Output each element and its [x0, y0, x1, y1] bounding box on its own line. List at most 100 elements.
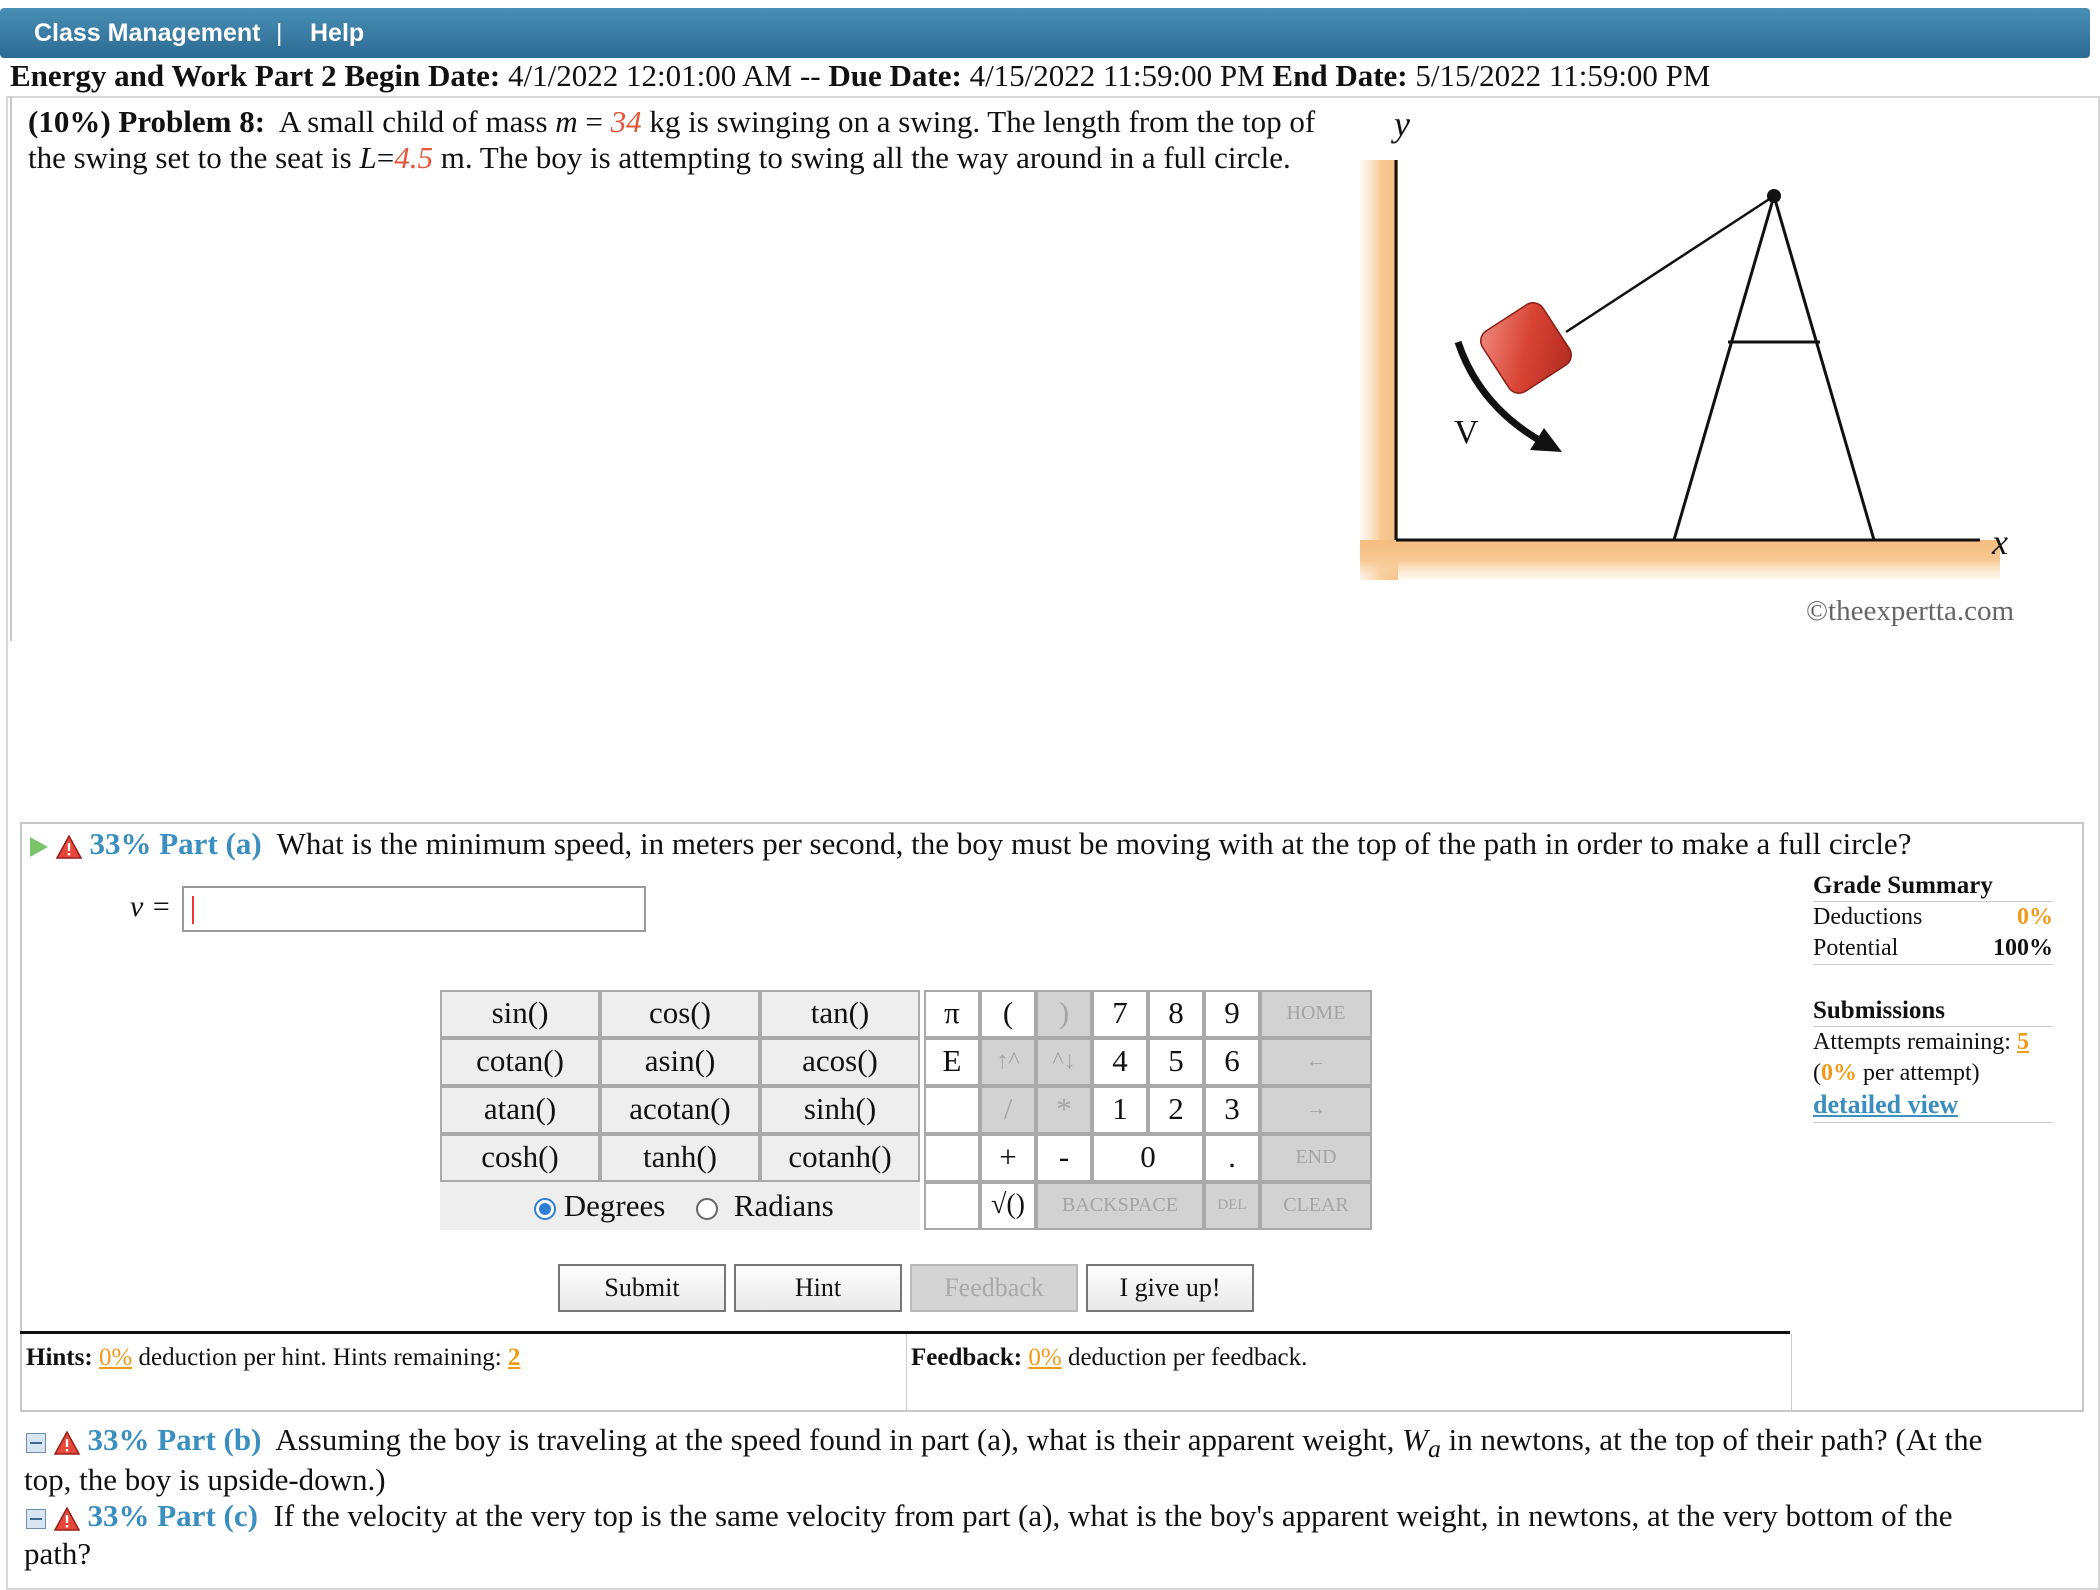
feedback-info: Feedback: 0% deduction per feedback. — [906, 1334, 1792, 1410]
assignment-title: Energy and Work Part 2 — [10, 58, 337, 93]
radians-label[interactable]: Radians — [734, 1188, 834, 1223]
key-e[interactable]: E — [924, 1038, 980, 1086]
key-cosh[interactable]: cosh() — [440, 1134, 600, 1182]
key-multiply[interactable]: * — [1036, 1086, 1092, 1134]
swing-diagram: y x V ©theexpertta.com — [1360, 104, 2014, 627]
end-date-label: End Date: — [1272, 58, 1408, 93]
key-atan[interactable]: atan() — [440, 1086, 600, 1134]
begin-date: 4/1/2022 12:01:00 AM — [508, 58, 793, 93]
submissions-title: Submissions — [1813, 995, 2053, 1027]
key-7[interactable]: 7 — [1092, 990, 1148, 1038]
expand-triangle-icon[interactable] — [30, 836, 48, 857]
key-left-arrow[interactable]: ← — [1260, 1038, 1372, 1086]
key-pi[interactable]: π — [924, 990, 980, 1038]
key-clear[interactable]: CLEAR — [1260, 1182, 1372, 1230]
hint-button[interactable]: Hint — [734, 1264, 902, 1312]
per-attempt-text: per attempt) — [1863, 1060, 1980, 1086]
key-1[interactable]: 1 — [1092, 1086, 1148, 1134]
part-b-percent: 33% — [87, 1422, 150, 1457]
answer-input[interactable] — [182, 886, 646, 932]
key-blank-3 — [924, 1182, 980, 1230]
problem-text-1: A small child of mass — [278, 104, 548, 139]
part-b-question-end: in newtons, at the top of their path? (A… — [1448, 1422, 1983, 1457]
key-sin[interactable]: sin() — [440, 990, 600, 1038]
feedback-deduction: 0% — [1028, 1344, 1062, 1371]
part-c-percent: 33% — [87, 1498, 150, 1533]
key-open-paren[interactable]: ( — [980, 990, 1036, 1038]
assignment-dates: Energy and Work Part 2 Begin Date: 4/1/2… — [10, 58, 1710, 94]
key-8[interactable]: 8 — [1148, 990, 1204, 1038]
part-a-name: Part (a) — [159, 826, 262, 861]
part-c-line-2: path? — [24, 1536, 92, 1571]
key-del[interactable]: DEL — [1204, 1182, 1260, 1230]
problem-statement: (10%) Problem 8: A small child of mass m… — [28, 104, 1328, 176]
key-9[interactable]: 9 — [1204, 990, 1260, 1038]
key-home[interactable]: HOME — [1260, 990, 1372, 1038]
copyright-text: ©theexpertta.com — [1806, 595, 2014, 627]
key-decimal[interactable]: . — [1204, 1134, 1260, 1182]
part-a-question: What is the minimum speed, in meters per… — [276, 826, 1912, 861]
wall-shading — [1360, 160, 1398, 580]
part-b-name: Part (b) — [157, 1422, 262, 1457]
key-3[interactable]: 3 — [1204, 1086, 1260, 1134]
key-sqrt[interactable]: √() — [980, 1182, 1036, 1230]
key-asin[interactable]: asin() — [600, 1038, 760, 1086]
key-5[interactable]: 5 — [1148, 1038, 1204, 1086]
key-acotan[interactable]: acotan() — [600, 1086, 760, 1134]
key-divide[interactable]: / — [980, 1086, 1036, 1134]
help-link[interactable]: Help — [310, 19, 364, 48]
key-right-arrow[interactable]: → — [1260, 1086, 1372, 1134]
part-b-line-2: top, the boy is upside-down.) — [24, 1462, 386, 1497]
part-b-question: Assuming the boy is traveling at the spe… — [275, 1422, 1395, 1457]
text-caret — [192, 896, 194, 924]
detailed-view-link[interactable]: detailed view — [1813, 1090, 1958, 1119]
collapse-icon[interactable] — [26, 1508, 46, 1529]
degrees-radio[interactable] — [534, 1197, 556, 1220]
radians-radio[interactable] — [696, 1197, 719, 1220]
warning-icon — [53, 1430, 80, 1455]
give-up-button[interactable]: I give up! — [1086, 1264, 1254, 1312]
key-plus[interactable]: + — [980, 1134, 1036, 1182]
key-acos[interactable]: acos() — [760, 1038, 920, 1086]
swing-rope — [1565, 194, 1775, 334]
key-superscript-down[interactable]: ^↓ — [1036, 1038, 1092, 1086]
key-6[interactable]: 6 — [1204, 1038, 1260, 1086]
key-0[interactable]: 0 — [1092, 1134, 1204, 1182]
answer-variable-label: v = — [130, 890, 172, 923]
key-4[interactable]: 4 — [1092, 1038, 1148, 1086]
end-date: 5/15/2022 11:59:00 PM — [1415, 58, 1711, 93]
apparent-weight-symbol: W — [1402, 1422, 1428, 1457]
part-c-question: If the velocity at the very top is the s… — [273, 1498, 1953, 1533]
key-superscript-up[interactable]: ↑^ — [980, 1038, 1036, 1086]
attempts-remaining: 5 — [2016, 1029, 2029, 1055]
key-blank-1 — [924, 1086, 980, 1134]
mass-value: 34 — [610, 104, 642, 139]
key-cotanh[interactable]: cotanh() — [760, 1134, 920, 1182]
key-close-paren[interactable]: ) — [1036, 990, 1092, 1038]
key-cos[interactable]: cos() — [600, 990, 760, 1038]
key-cotan[interactable]: cotan() — [440, 1038, 600, 1086]
degrees-label[interactable]: Degrees — [564, 1188, 666, 1223]
child-box — [1480, 302, 1572, 394]
submit-button[interactable]: Submit — [558, 1264, 726, 1312]
key-end[interactable]: END — [1260, 1134, 1372, 1182]
key-sinh[interactable]: sinh() — [760, 1086, 920, 1134]
key-2[interactable]: 2 — [1148, 1086, 1204, 1134]
collapse-icon[interactable] — [26, 1432, 46, 1453]
feedback-label: Feedback: — [911, 1344, 1023, 1371]
attempts-label: Attempts remaining: — [1813, 1029, 2011, 1055]
potential-value: 100% — [1993, 935, 2053, 961]
hints-remaining: 2 — [507, 1344, 521, 1371]
class-management-link[interactable]: Class Management — [34, 19, 260, 48]
due-date-label: Due Date: — [828, 58, 962, 93]
length-value: 4.5 — [394, 140, 433, 175]
feedback-button: Feedback — [910, 1264, 1078, 1312]
floor-shading — [1360, 540, 2000, 580]
potential-label: Potential — [1813, 935, 1899, 961]
part-c-name: Part (c) — [157, 1498, 258, 1533]
frame-divider — [10, 96, 12, 641]
key-backspace[interactable]: BACKSPACE — [1036, 1182, 1204, 1230]
key-minus[interactable]: - — [1036, 1134, 1092, 1182]
key-tanh[interactable]: tanh() — [600, 1134, 760, 1182]
key-tan[interactable]: tan() — [760, 990, 920, 1038]
